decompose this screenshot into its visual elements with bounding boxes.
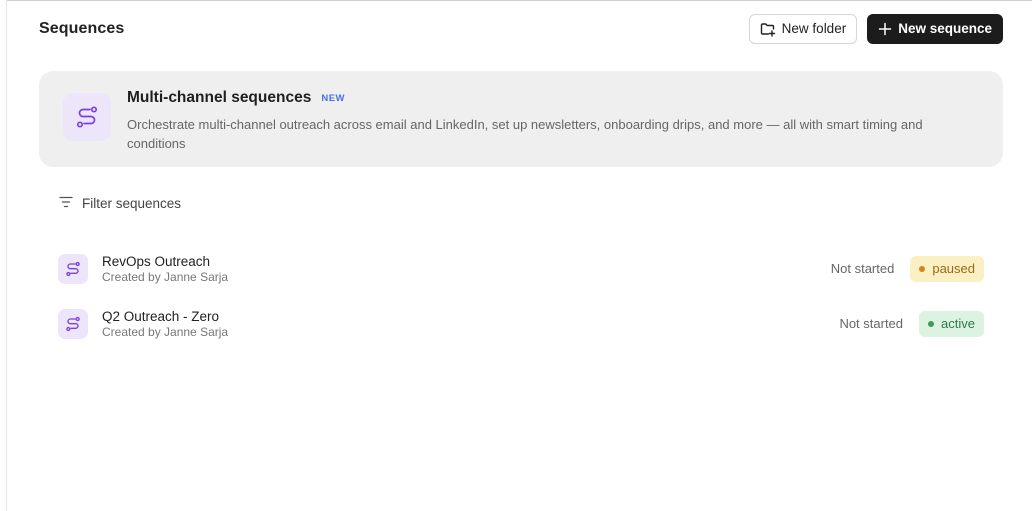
sequence-name[interactable]: RevOps Outreach [102,254,831,269]
status-dot-icon [928,320,935,327]
promo-description: Orchestrate multi-channel outreach acros… [127,117,923,151]
filter-lines-icon [59,196,73,211]
status-dot-icon [919,265,926,272]
sequence-row[interactable]: Q2 Outreach - Zero Created by Janne Sarj… [52,296,984,351]
sequence-progress: Not started [839,316,904,331]
sequence-progress: Not started [830,261,895,276]
status-badge: active [919,310,984,337]
filter-sequences-button[interactable]: Filter sequences [59,193,181,213]
sequence-route-icon [58,308,88,339]
sequence-created-by: Created by Janne Sarja [102,269,229,284]
status-badge: paused [910,255,984,282]
plus-icon [878,22,892,36]
page-title: Sequences [39,19,125,37]
sequence-created-by: Created by Janne Sarja [102,324,229,339]
new-folder-button[interactable]: New folder [748,13,858,44]
sequence-route-icon [63,93,111,141]
status-label: active [941,316,975,331]
filter-label: Filter sequences [82,195,182,211]
promo-text: Multi-channel sequences NEW Orchestrate … [127,89,967,153]
new-badge: NEW [321,92,345,104]
promo-title: Multi-channel sequences [127,89,312,106]
sequence-row[interactable]: RevOps Outreach Created by Janne Sarja N… [52,241,984,296]
new-folder-label: New folder [781,21,847,36]
app-frame: Sequences New folder New sequence Multi-… [6,0,1032,511]
new-sequence-label: New sequence [898,21,992,36]
folder-plus-icon [760,21,776,37]
page-header: Sequences New folder New sequence [39,13,1003,44]
multi-channel-promo-banner: Multi-channel sequences NEW Orchestrate … [39,71,1003,167]
sequence-name[interactable]: Q2 Outreach - Zero [102,309,839,324]
status-label: paused [932,261,975,276]
new-sequence-button[interactable]: New sequence [867,13,1003,44]
sequence-list: RevOps Outreach Created by Janne Sarja N… [52,241,984,351]
header-actions: New folder New sequence [748,13,1003,44]
sequence-route-icon [58,253,88,284]
